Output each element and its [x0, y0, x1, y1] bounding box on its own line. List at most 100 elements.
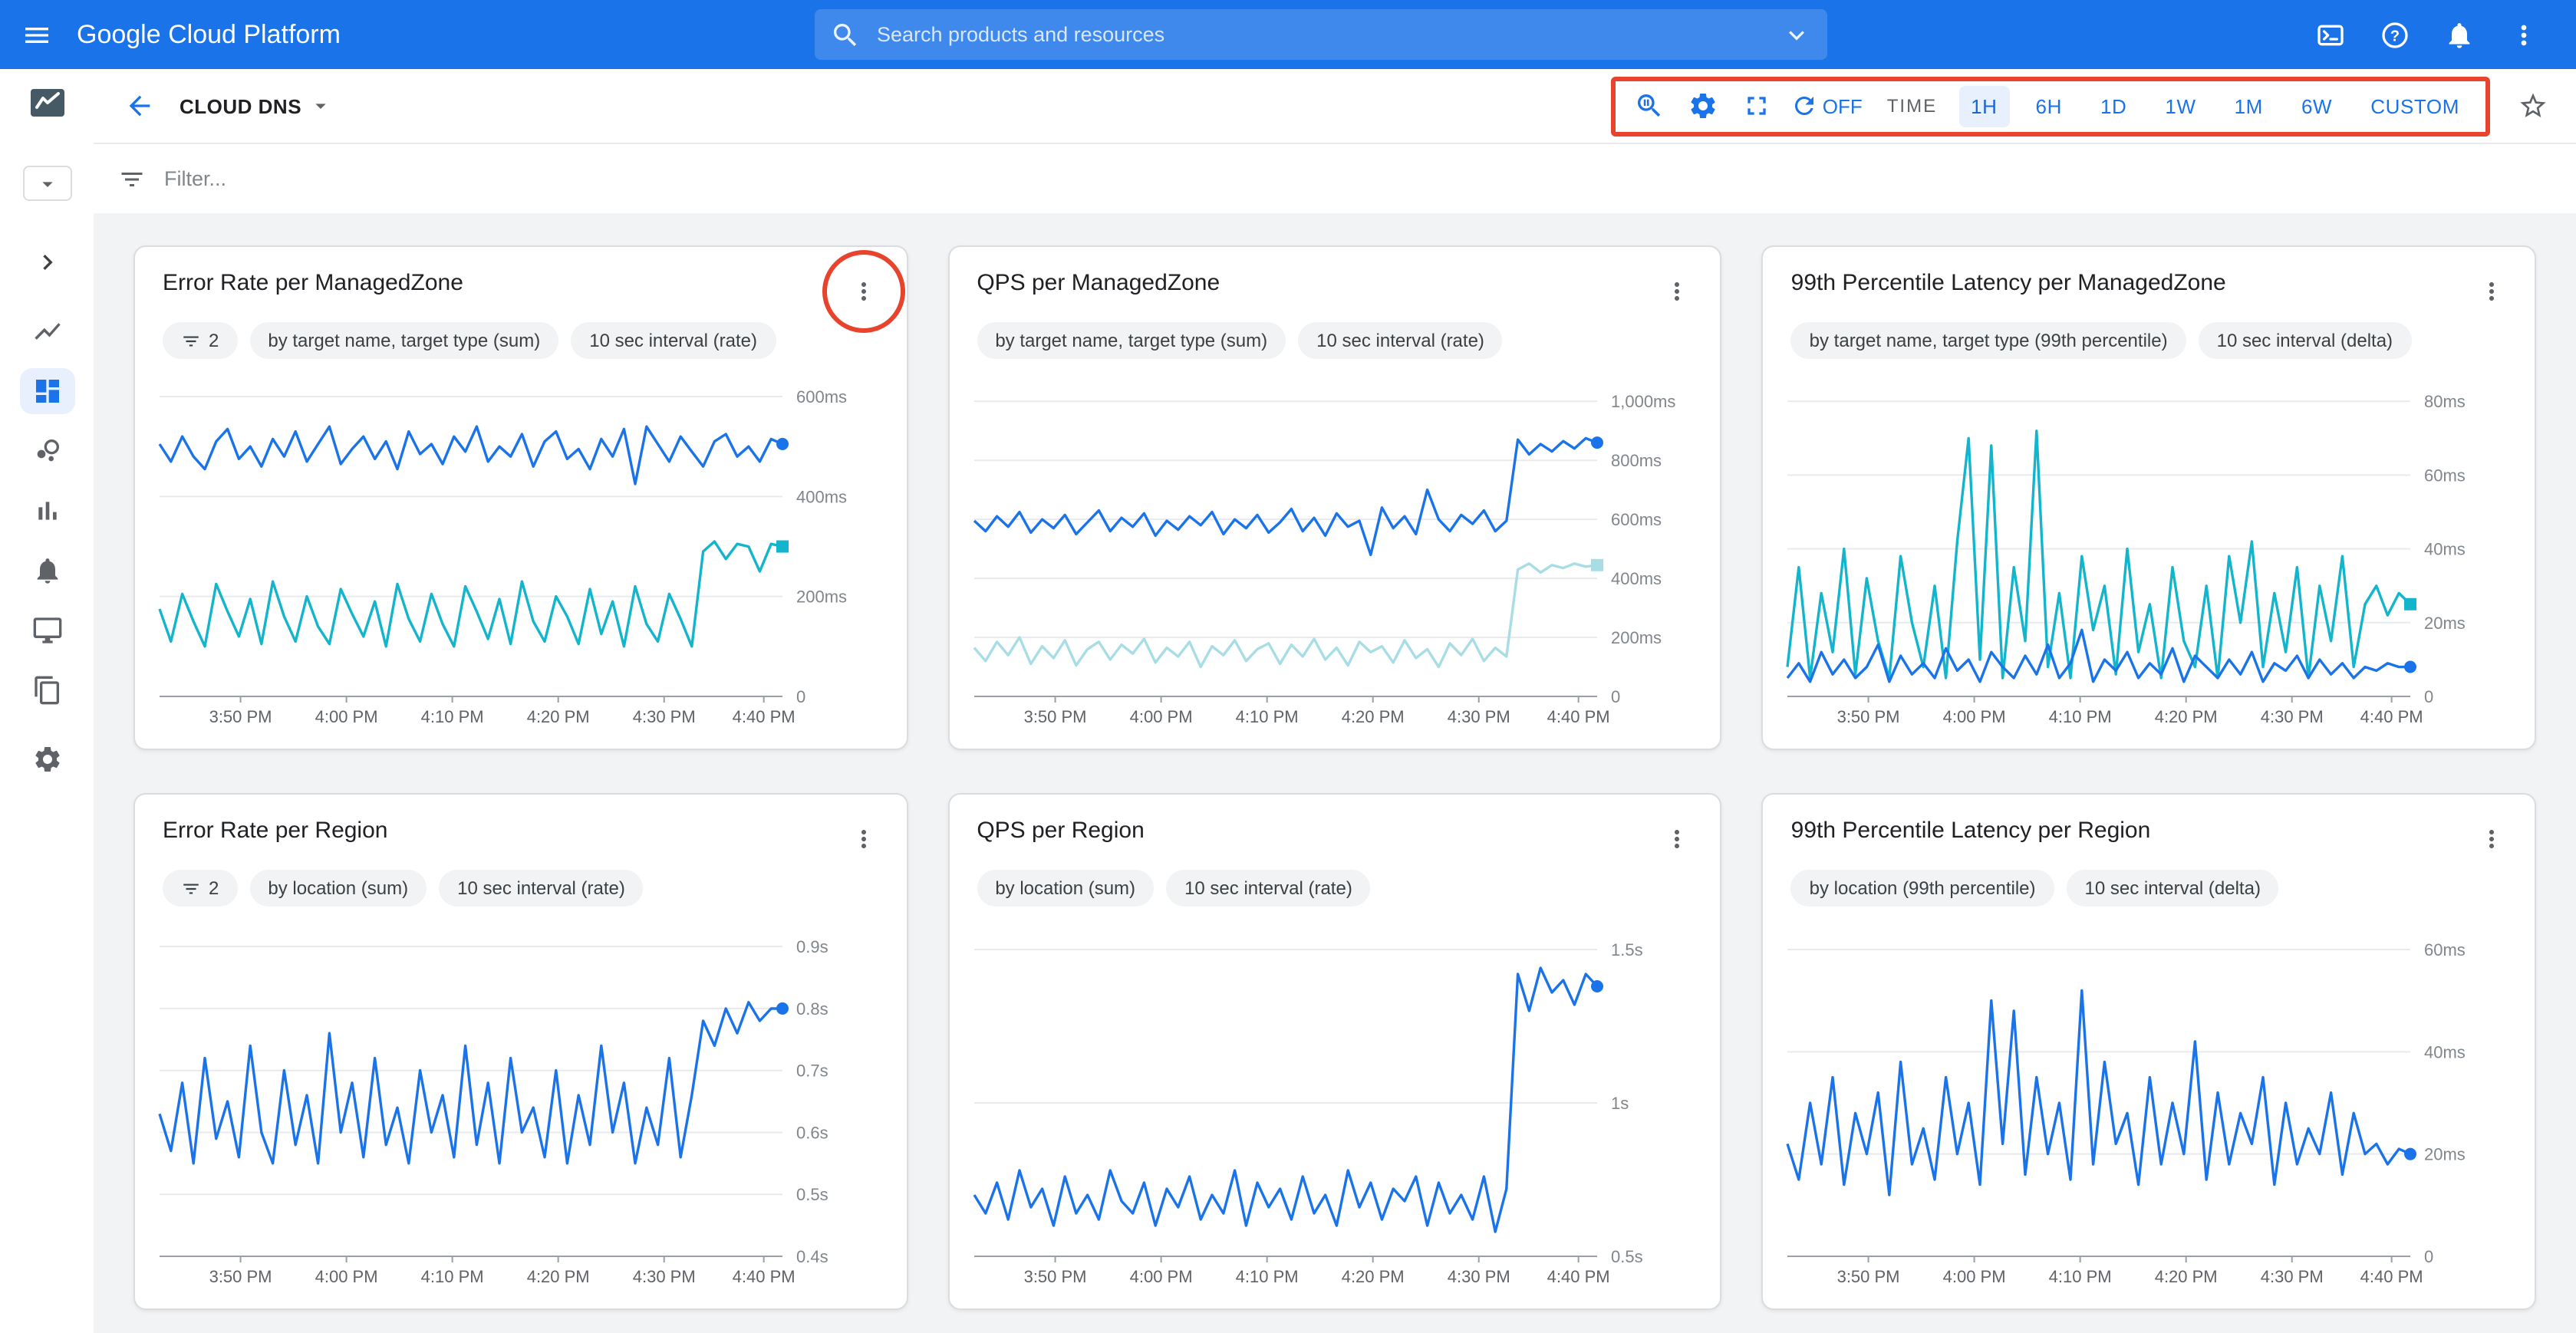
svg-text:0: 0	[796, 687, 805, 706]
sidebar-item-dashboards[interactable]	[16, 360, 77, 420]
svg-text:60ms: 60ms	[2425, 466, 2466, 485]
time-label: TIME	[1887, 95, 1937, 117]
time-range-6h[interactable]: 6H	[2024, 85, 2074, 127]
chart-menu-button[interactable]	[2470, 270, 2513, 313]
chart-chips: by location (99th percentile)10 sec inte…	[1764, 867, 2535, 913]
line-chart: 60ms40ms20ms03:50 PM4:00 PM4:10 PM4:20 P…	[1779, 916, 2497, 1296]
chart-chips: by location (sum)10 sec interval (rate)	[949, 867, 1720, 913]
time-range-6w[interactable]: 6W	[2289, 85, 2344, 127]
favorite-button[interactable]	[2508, 81, 2558, 130]
more-options-button[interactable]	[2496, 7, 2551, 62]
chart-card-error-rate-region: Error Rate per Region 2by location (sum)…	[133, 793, 908, 1310]
chart-title: Error Rate per ManagedZone	[163, 270, 463, 296]
sidebar-item-uptime-checks[interactable]	[16, 600, 77, 660]
back-button[interactable]	[115, 81, 164, 130]
chart-title: 99th Percentile Latency per Region	[1791, 818, 2151, 844]
filter-count-chip[interactable]: 2	[163, 870, 237, 907]
svg-text:4:20 PM: 4:20 PM	[527, 1267, 590, 1286]
refresh-icon	[1790, 92, 1818, 120]
chart-chip: 10 sec interval (rate)	[1298, 322, 1503, 359]
chart-menu-button[interactable]	[842, 818, 884, 861]
svg-text:4:10 PM: 4:10 PM	[1235, 1267, 1298, 1286]
dashboard-selector[interactable]: CLOUD DNS	[180, 94, 332, 118]
sidebar-item-alerting[interactable]	[16, 540, 77, 600]
chart-zoom-button[interactable]	[1629, 86, 1669, 126]
svg-text:4:30 PM: 4:30 PM	[633, 707, 696, 726]
svg-text:4:10 PM: 4:10 PM	[1235, 707, 1298, 726]
notifications-button[interactable]	[2432, 7, 2487, 62]
cloud-shell-button[interactable]	[2303, 7, 2358, 62]
kebab-menu-icon	[2478, 278, 2505, 305]
chart-card-latency-region: 99th Percentile Latency per Region by lo…	[1762, 793, 2536, 1310]
svg-text:4:40 PM: 4:40 PM	[2360, 707, 2423, 726]
svg-text:80ms: 80ms	[2425, 392, 2466, 411]
search-input[interactable]	[874, 21, 1782, 48]
chart-menu-button[interactable]	[842, 270, 884, 313]
expand-nav-button[interactable]	[16, 232, 77, 291]
chart-chip: by target name, target type (99th percen…	[1791, 322, 2186, 359]
chart-title: QPS per Region	[977, 818, 1144, 844]
svg-text:3:50 PM: 3:50 PM	[209, 1267, 272, 1286]
svg-text:0.6s: 0.6s	[796, 1123, 828, 1142]
time-range-1m[interactable]: 1M	[2222, 85, 2275, 127]
sidebar-item-metrics[interactable]	[16, 480, 77, 540]
sidebar-item-dashboards-list[interactable]	[16, 660, 77, 719]
filter-count-label: 2	[209, 877, 219, 899]
bell-icon	[31, 555, 62, 585]
time-range-custom[interactable]: CUSTOM	[2358, 85, 2472, 127]
bubble-chart-icon	[31, 435, 62, 466]
help-button[interactable]: ?	[2367, 7, 2423, 62]
svg-text:4:40 PM: 4:40 PM	[733, 707, 796, 726]
app-header: Google Cloud Platform ?	[0, 0, 2576, 69]
svg-text:3:50 PM: 3:50 PM	[1837, 1267, 1900, 1286]
svg-text:4:40 PM: 4:40 PM	[2360, 1267, 2423, 1286]
cards-grid: Error Rate per ManagedZone 2 by target na…	[94, 213, 2576, 1333]
cloud-shell-icon	[2315, 19, 2346, 50]
svg-text:4:20 PM: 4:20 PM	[527, 707, 590, 726]
svg-text:800ms: 800ms	[1610, 451, 1661, 470]
notifications-icon	[2444, 19, 2475, 50]
monitoring-logo-icon	[27, 84, 67, 121]
time-range-1d[interactable]: 1D	[2088, 85, 2139, 127]
filter-input[interactable]	[161, 166, 775, 192]
chart-menu-button[interactable]	[2470, 818, 2513, 861]
chevron-down-icon[interactable]	[1782, 19, 1813, 50]
filter-count-chip[interactable]: 2	[163, 322, 237, 359]
fullscreen-button[interactable]	[1737, 86, 1777, 126]
chart-menu-button[interactable]	[1656, 818, 1699, 861]
auto-refresh-toggle[interactable]: OFF	[1790, 92, 1863, 120]
svg-text:3:50 PM: 3:50 PM	[1837, 707, 1900, 726]
chart-chip: 10 sec interval (rate)	[1166, 870, 1371, 907]
svg-text:400ms: 400ms	[1610, 569, 1661, 588]
sidebar-item-settings[interactable]	[16, 729, 77, 788]
chart-card-latency-managedzone: 99th Percentile Latency per ManagedZone …	[1762, 245, 2536, 750]
kebab-menu-icon	[2478, 825, 2505, 853]
svg-text:4:30 PM: 4:30 PM	[1447, 707, 1510, 726]
settings-button[interactable]	[1683, 86, 1723, 126]
chart-menu-button[interactable]	[1656, 270, 1699, 313]
brand-title: Google Cloud Platform	[77, 19, 341, 50]
svg-text:4:20 PM: 4:20 PM	[2155, 1267, 2218, 1286]
svg-text:4:30 PM: 4:30 PM	[2261, 707, 2324, 726]
svg-text:4:20 PM: 4:20 PM	[1341, 1267, 1404, 1286]
svg-text:3:50 PM: 3:50 PM	[1023, 1267, 1086, 1286]
line-chart: 1,000ms800ms600ms400ms200ms03:50 PM4:00 …	[964, 368, 1682, 736]
svg-text:0: 0	[2425, 1247, 2434, 1266]
svg-text:20ms: 20ms	[2425, 614, 2466, 633]
chart-title: Error Rate per Region	[163, 818, 387, 844]
time-range-1w[interactable]: 1W	[2153, 85, 2208, 127]
sidebar-item-groups[interactable]	[16, 420, 77, 480]
svg-text:0.4s: 0.4s	[796, 1247, 828, 1266]
star-icon	[2518, 91, 2548, 121]
hamburger-menu-button[interactable]	[0, 0, 74, 69]
chart-chip: by target name, target type (sum)	[977, 322, 1286, 359]
time-range-1h[interactable]: 1H	[1958, 85, 2009, 127]
filter-icon	[181, 878, 201, 898]
scope-selector[interactable]	[22, 166, 71, 201]
copy-pages-icon	[31, 674, 62, 705]
sidebar-item-metrics-explorer[interactable]	[16, 301, 77, 360]
global-search[interactable]	[815, 9, 1828, 60]
chart-chip: by target name, target type (sum)	[249, 322, 558, 359]
filter-count-label: 2	[209, 330, 219, 351]
svg-text:200ms: 200ms	[1610, 628, 1661, 647]
